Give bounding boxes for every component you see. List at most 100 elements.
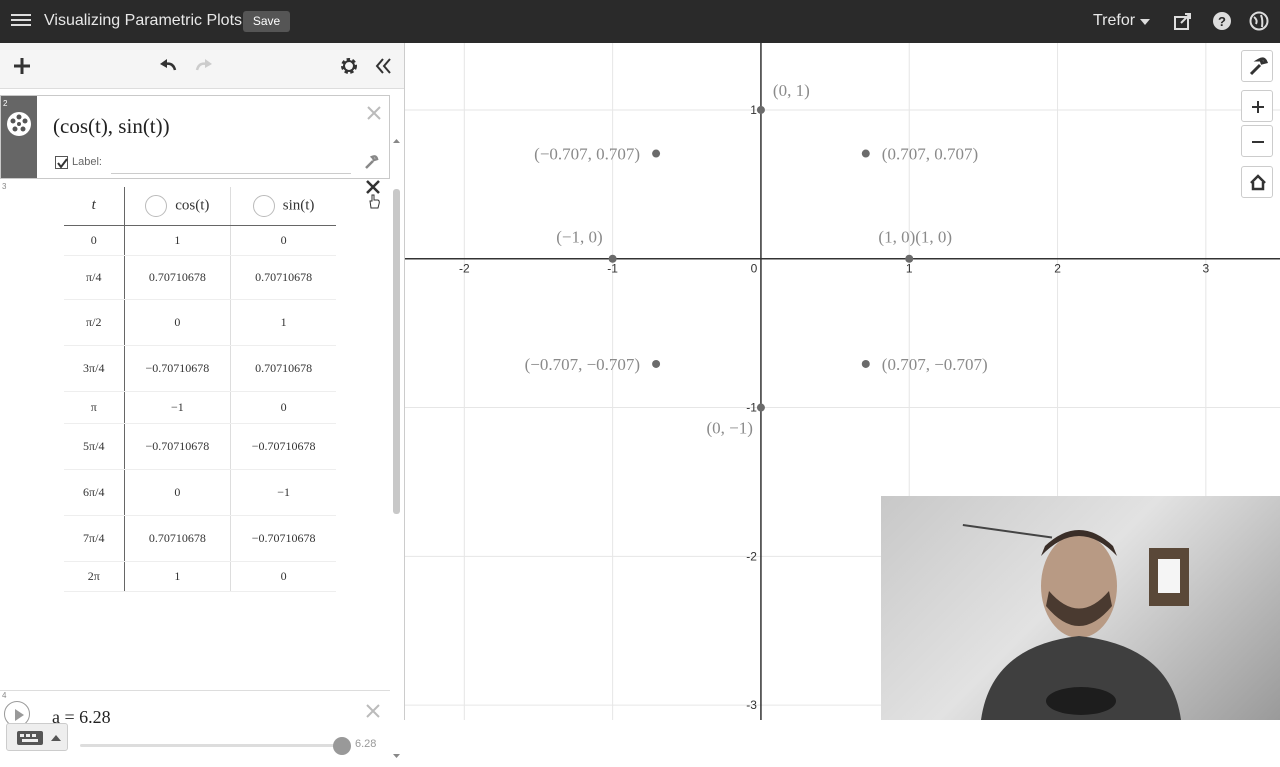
table-cell-cos[interactable]: 0 xyxy=(124,299,232,346)
table-cell-cos[interactable]: 0 xyxy=(124,469,232,516)
table-cell-sin[interactable]: −1 xyxy=(230,469,336,516)
y-tick-label: -3 xyxy=(746,698,757,712)
table-cell-sin[interactable]: 0.70710678 xyxy=(230,255,336,300)
table-cell-cos[interactable]: 1 xyxy=(124,225,232,256)
keyboard-icon xyxy=(17,731,61,745)
keyboard-button[interactable] xyxy=(6,723,68,751)
table-row: π/2 0 1 xyxy=(64,299,336,346)
x-tick-label: 0 xyxy=(751,262,758,276)
share-icon[interactable] xyxy=(1173,11,1193,31)
table-row: 5π/4 −0.70710678 −0.70710678 xyxy=(64,423,336,470)
undo-icon[interactable] xyxy=(157,55,179,77)
webcam-image xyxy=(962,524,1189,720)
table-cell-t[interactable]: 0 xyxy=(64,225,125,256)
label-text: Label: xyxy=(72,156,102,168)
point-label: (0, −1) xyxy=(707,419,753,438)
save-button[interactable]: Save xyxy=(243,11,290,32)
table-header-t[interactable]: t xyxy=(64,187,125,226)
add-item-icon[interactable] xyxy=(11,55,33,77)
webcam-video xyxy=(881,496,1280,720)
series-toggle-icon[interactable] xyxy=(252,194,275,217)
home-icon xyxy=(1250,174,1266,191)
table-cell-cos[interactable]: 1 xyxy=(124,561,232,592)
point-label: (0, 1) xyxy=(773,81,810,100)
graph-settings-button[interactable] xyxy=(1241,50,1273,82)
table-row: 3π/4 −0.70710678 0.70710678 xyxy=(64,345,336,392)
plus-icon xyxy=(1252,101,1264,113)
x-tick-label: -2 xyxy=(459,262,470,276)
point-label: (1, 0) xyxy=(915,228,952,247)
table-cell-cos[interactable]: 0.70710678 xyxy=(124,255,232,300)
point-style-icon[interactable] xyxy=(6,111,32,137)
expression-gutter: 2 xyxy=(1,96,37,178)
table-cell-sin[interactable]: 0 xyxy=(230,225,336,256)
table-cell-t[interactable]: π/4 xyxy=(64,255,125,300)
x-tick-label: -1 xyxy=(607,262,618,276)
expression-index: 2 xyxy=(3,99,8,108)
graph-point xyxy=(756,403,765,412)
table-cell-cos[interactable]: 0.70710678 xyxy=(124,515,232,562)
series-toggle-icon[interactable] xyxy=(145,194,168,217)
graph-point xyxy=(905,254,914,263)
expression-index: 4 xyxy=(2,691,7,700)
point-label: (1, 0) xyxy=(878,228,915,247)
close-icon[interactable] xyxy=(366,105,382,121)
expression-item-parametric[interactable]: 2 (cos(t), sin(t)) Label: xyxy=(0,95,390,179)
expression-panel: 2 (cos(t), sin(t)) Label: 3 t cos(t) sin… xyxy=(0,43,405,767)
table-cell-cos[interactable]: −0.70710678 xyxy=(124,345,232,392)
redo-icon[interactable] xyxy=(193,55,215,77)
globe-icon[interactable] xyxy=(1249,11,1269,31)
table-cell-t[interactable]: 7π/4 xyxy=(64,515,125,562)
caret-down-icon[interactable] xyxy=(1140,19,1150,25)
expression-input[interactable]: (cos(t), sin(t)) xyxy=(53,114,170,139)
y-tick-label: -1 xyxy=(746,401,757,415)
table-cell-sin[interactable]: 0 xyxy=(230,561,336,592)
point-label: (−0.707, −0.707) xyxy=(525,355,641,374)
wrench-icon[interactable] xyxy=(363,154,379,170)
user-menu[interactable]: Trefor xyxy=(1093,12,1135,30)
label-checkbox[interactable] xyxy=(55,156,68,169)
x-tick-label: 3 xyxy=(1203,262,1210,276)
table-cell-sin[interactable]: 1 xyxy=(230,299,336,346)
expression-item-table[interactable]: 3 t cos(t) sin(t) 0 1 0 π/4 0.70710678 0.7071… xyxy=(0,180,390,697)
graph-point xyxy=(756,105,765,114)
table-cell-t[interactable]: 5π/4 xyxy=(64,423,125,470)
table-header-sin[interactable]: sin(t) xyxy=(230,187,336,226)
slider-track[interactable] xyxy=(80,744,342,747)
table-cell-t[interactable]: 6π/4 xyxy=(64,469,125,516)
scrollbar-thumb[interactable] xyxy=(393,189,400,514)
table-cell-t[interactable]: 3π/4 xyxy=(64,345,125,392)
table-cell-t[interactable]: π/2 xyxy=(64,299,125,346)
table-cell-sin[interactable]: 0 xyxy=(230,391,336,424)
slider-handle[interactable] xyxy=(333,737,351,755)
values-table: t cos(t) sin(t) 0 1 0 π/4 0.70710678 0.707106… xyxy=(64,187,336,592)
point-label: (0.707, 0.707) xyxy=(882,145,978,164)
slider-value: 6.28 xyxy=(355,738,377,750)
point-label: (−1, 0) xyxy=(556,228,602,247)
zoom-in-button[interactable] xyxy=(1241,90,1273,122)
table-cell-sin[interactable]: −0.70710678 xyxy=(230,423,336,470)
table-row: π/4 0.70710678 0.70710678 xyxy=(64,255,336,300)
expression-toolbar xyxy=(0,43,404,89)
table-cell-cos[interactable]: −1 xyxy=(124,391,232,424)
scrollbar[interactable] xyxy=(392,137,401,762)
menu-icon[interactable] xyxy=(11,11,31,31)
table-header-cos[interactable]: cos(t) xyxy=(124,187,232,226)
table-cell-t[interactable]: 2π xyxy=(64,561,125,592)
home-button[interactable] xyxy=(1241,166,1273,198)
zoom-out-button[interactable] xyxy=(1241,125,1273,157)
label-input[interactable] xyxy=(111,173,351,174)
close-icon[interactable] xyxy=(365,703,381,719)
table-cell-cos[interactable]: −0.70710678 xyxy=(124,423,232,470)
table-cell-sin[interactable]: −0.70710678 xyxy=(230,515,336,562)
gear-icon[interactable] xyxy=(338,55,360,77)
expression-index: 3 xyxy=(2,182,7,191)
help-icon[interactable]: ? xyxy=(1212,11,1232,31)
x-tick-label: 1 xyxy=(906,262,913,276)
graph-title[interactable]: Visualizing Parametric Plots xyxy=(44,12,242,30)
table-cell-sin[interactable]: 0.70710678 xyxy=(230,345,336,392)
graph-point xyxy=(652,359,661,368)
table-cell-t[interactable]: π xyxy=(64,391,125,424)
table-row: π −1 0 xyxy=(64,391,336,424)
collapse-panel-icon[interactable] xyxy=(372,55,394,77)
